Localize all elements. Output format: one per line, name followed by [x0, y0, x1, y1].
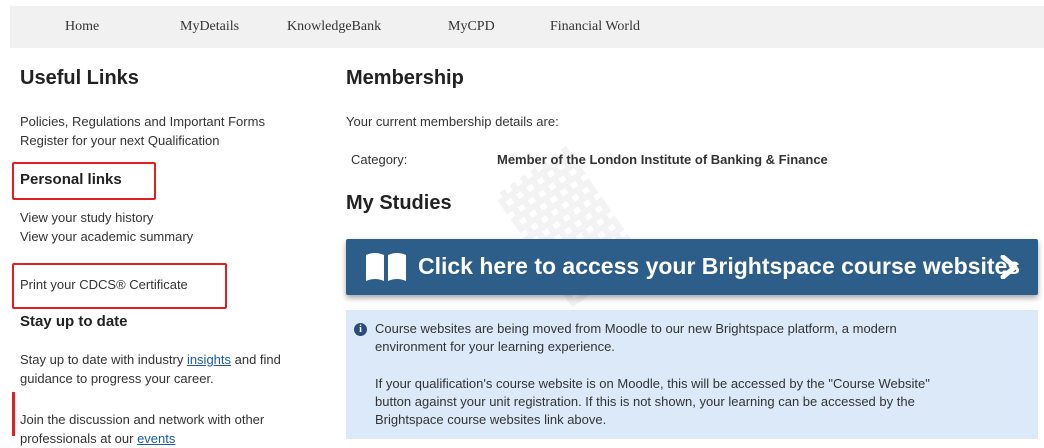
info-line-1: Course websites are being moved from Moo… [375, 321, 897, 336]
info-line-3: If your qualification's course website i… [375, 376, 930, 391]
stay-paragraph-1: Stay up to date with industry insights a… [20, 350, 281, 388]
banner-label: Click here to access your Brightspace co… [418, 253, 1021, 279]
info-notice: i Course websites are being moved from M… [346, 310, 1038, 439]
stay-text-1b: and find [231, 352, 281, 367]
useful-links-heading: Useful Links [20, 67, 139, 89]
nav-financial-world[interactable]: Financial World [550, 19, 640, 35]
stay-paragraph-2: Join the discussion and network with oth… [20, 410, 264, 448]
personal-links-heading: Personal links [20, 171, 122, 188]
nav-home[interactable]: Home [65, 19, 99, 35]
info-line-4: button against your unit registration. I… [375, 394, 915, 409]
brightspace-banner-button[interactable]: Click here to access your Brightspace co… [346, 239, 1038, 295]
stay-text-2a: Join the discussion and network with oth… [20, 412, 265, 427]
stay-text-1c: guidance to progress your career. [20, 371, 214, 386]
highlight-marker [12, 392, 15, 436]
study-history-link[interactable]: View your study history [20, 208, 193, 227]
category-label: Category: [351, 152, 408, 167]
register-qualification-link[interactable]: Register for your next Qualification [20, 131, 265, 150]
info-icon: i [354, 323, 367, 336]
insights-link[interactable]: insights [187, 352, 231, 367]
info-line-2: environment for your learning experience… [375, 339, 615, 354]
book-icon [366, 253, 406, 281]
personal-links-list: View your study history View your academ… [20, 208, 193, 246]
stay-up-to-date-heading: Stay up to date [20, 313, 128, 330]
category-value: Member of the London Institute of Bankin… [497, 152, 828, 167]
membership-heading: Membership [346, 67, 464, 89]
my-studies-heading: My Studies [346, 192, 452, 214]
nav-knowledgebank[interactable]: KnowledgeBank [287, 19, 381, 35]
nav-mycpd[interactable]: MyCPD [448, 19, 495, 35]
policies-link[interactable]: Policies, Regulations and Important Form… [20, 112, 265, 131]
cdcs-certificate-link[interactable]: Print your CDCS® Certificate [20, 275, 188, 294]
info-line-5: Brightspace course websites link above. [375, 412, 607, 427]
academic-summary-link[interactable]: View your academic summary [20, 227, 193, 246]
cdcs-certificate-wrap: Print your CDCS® Certificate [20, 275, 188, 294]
chevron-right-icon [1000, 255, 1018, 279]
useful-links-list: Policies, Regulations and Important Form… [20, 112, 265, 150]
top-navigation: Home MyDetails KnowledgeBank MyCPD Finan… [10, 6, 1044, 48]
stay-text-1a: Stay up to date with industry [20, 352, 187, 367]
nav-mydetails[interactable]: MyDetails [180, 19, 239, 35]
membership-intro: Your current membership details are: [346, 114, 559, 129]
